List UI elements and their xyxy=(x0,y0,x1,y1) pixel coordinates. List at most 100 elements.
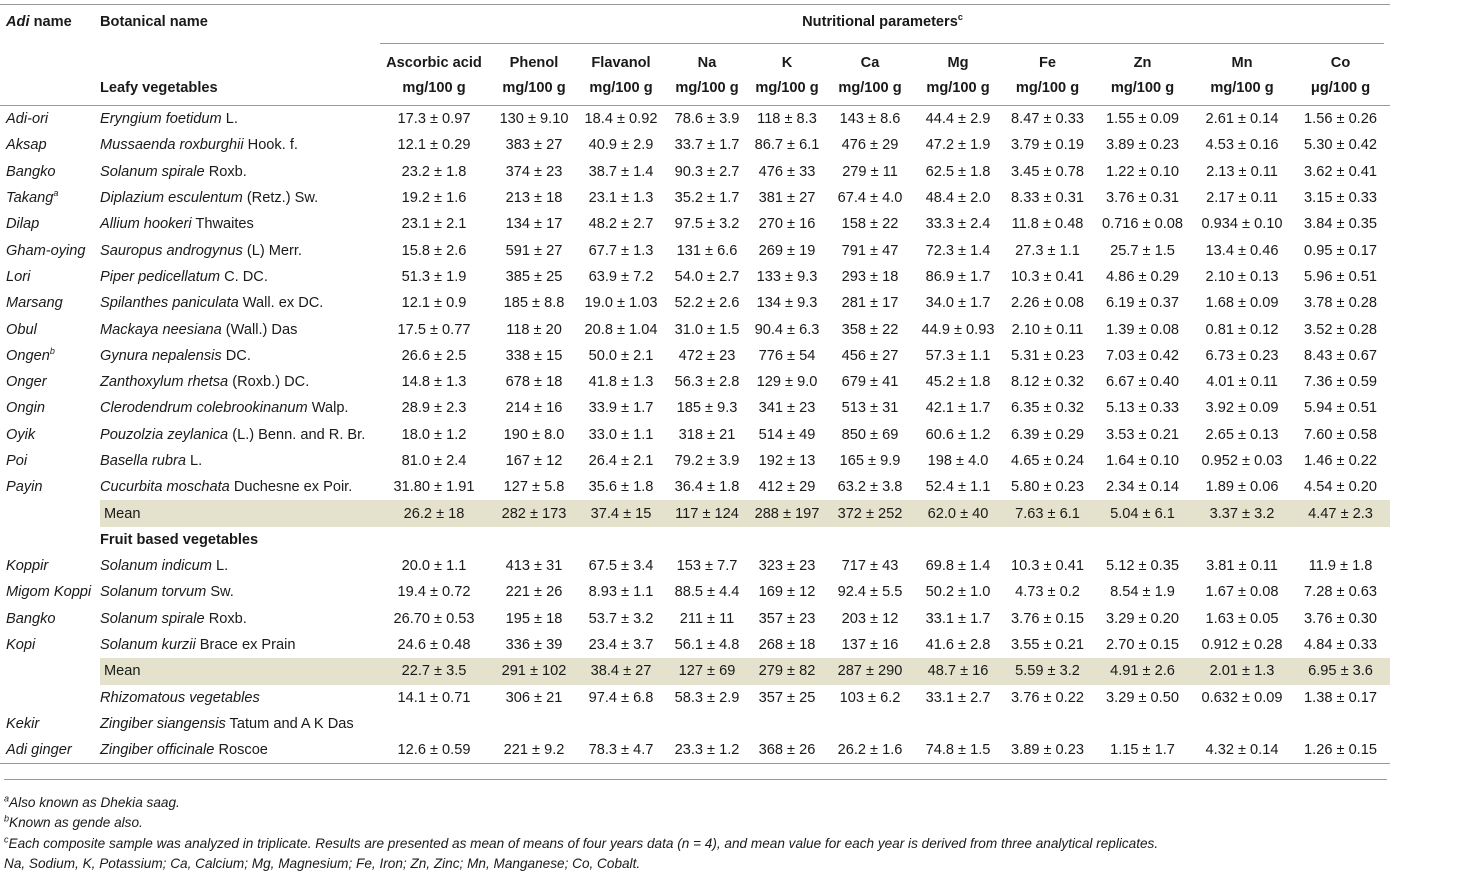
value-cell xyxy=(575,711,667,737)
unit-header: mg/100 g xyxy=(1092,71,1193,106)
adi-name-cell: Bangko xyxy=(0,159,100,185)
adi-name-cell: Dilap xyxy=(0,211,100,237)
botanical-name-cell: Sauropus androgynus (L) Merr. xyxy=(100,237,375,263)
value-cell: 513 ± 31 xyxy=(841,400,899,417)
botanical-name-header: Botanical name xyxy=(100,4,375,39)
unit-header: mg/100 g xyxy=(493,71,575,106)
value-cell: 10.3 ± 0.41 xyxy=(1011,558,1084,575)
botanical-authority: (Roxb.) DC. xyxy=(228,374,310,391)
value-cell: 3.89 ± 0.23 xyxy=(1106,137,1179,154)
adi-name-cell: Marsang xyxy=(0,290,100,316)
botanical-genus-species: Rhizomatous vegetables xyxy=(100,689,260,706)
value-cell: 12.1 ± 0.9 xyxy=(401,295,467,312)
value-cell: 679 ± 41 xyxy=(841,374,899,391)
value-cell: 1.68 ± 0.09 xyxy=(1205,295,1279,312)
footnote-b-text: Known as gende also. xyxy=(9,815,143,831)
value-cell: 1.15 ± 1.7 xyxy=(1092,737,1193,765)
value-cell xyxy=(493,527,575,553)
value-cell: 8.54 ± 1.9 xyxy=(1110,584,1175,601)
adi-name: Adi-ori xyxy=(6,111,49,128)
value-cell: 456 ± 27 xyxy=(841,347,899,364)
unit-header: mg/100 g xyxy=(667,71,747,106)
botanical-genus-species: Pouzolzia zeylanica xyxy=(100,426,229,443)
value-cell: 33.7 ± 1.7 xyxy=(674,137,740,154)
adi-name-cell: Poi xyxy=(0,448,100,474)
value-cell: 5.12 ± 0.35 xyxy=(1106,558,1179,575)
value-cell: 214 ± 16 xyxy=(505,400,563,417)
value-cell: 69.8 ± 1.4 xyxy=(925,558,991,575)
botanical-authority: DC. xyxy=(221,347,251,364)
botanical-name-cell: Cucurbita moschata Duchesne ex Poir. xyxy=(100,474,375,500)
value-cell xyxy=(667,711,747,737)
value-cell: 34.0 ± 1.7 xyxy=(925,295,991,312)
value-cell: 23.2 ± 1.8 xyxy=(401,163,467,180)
value-cell: 23.1 ± 1.3 xyxy=(588,190,654,207)
value-cell: 12.1 ± 0.29 xyxy=(397,137,471,154)
table-row: Oyik Pouzolzia zeylanica (L.) Benn. and R… xyxy=(0,422,1390,448)
header-empty xyxy=(0,39,100,71)
value-cell: 336 ± 39 xyxy=(505,637,563,654)
botanical-genus-species: Solanum spirale xyxy=(100,163,205,180)
adi-name: Dilap xyxy=(6,216,40,233)
value-cell: 143 ± 8.6 xyxy=(839,111,901,128)
botanical-authority: (Wall.) Das xyxy=(221,321,298,338)
unit-header: mg/100 g xyxy=(1193,71,1291,106)
botanical-authority: Hook. f. xyxy=(243,137,298,154)
value-cell: 41.8 ± 1.3 xyxy=(588,374,654,391)
botanical-name-cell: Basella rubra L. xyxy=(100,448,375,474)
botanical-genus-species: Cucurbita moschata xyxy=(100,479,230,496)
value-cell: 3.29 ± 0.50 xyxy=(1106,689,1179,706)
mean-value-cell: 5.04 ± 6.1 xyxy=(1092,500,1193,527)
value-cell: 1.55 ± 0.09 xyxy=(1106,111,1179,128)
value-cell: 88.5 ± 4.4 xyxy=(674,584,740,601)
value-cell: 0.934 ± 0.10 xyxy=(1201,216,1283,233)
value-cell: 3.89 ± 0.23 xyxy=(1003,737,1092,765)
value-cell: 50.0 ± 2.1 xyxy=(588,347,654,364)
value-cell: 281 ± 17 xyxy=(841,295,899,312)
nutrition-table: Adi name Botanical name Nutritional para… xyxy=(0,4,1391,765)
footnote-b: bKnown as gende also. xyxy=(4,813,1404,833)
value-cell: 3.79 ± 0.19 xyxy=(1011,137,1084,154)
unit-header: μg/100 g xyxy=(1291,71,1391,106)
value-cell: 33.1 ± 1.7 xyxy=(925,610,991,627)
adi-name-cell: Aksap xyxy=(0,132,100,158)
table-row: Bangko Solanum spirale Roxb. 26.70 ± 0.53 1… xyxy=(0,606,1390,632)
value-cell: 3.45 ± 0.78 xyxy=(1011,163,1084,180)
value-cell: 134 ± 9.3 xyxy=(756,295,818,312)
adi-name-cell: Adi ginger xyxy=(0,737,100,765)
botanical-authority: Thwaites xyxy=(191,216,254,233)
adi-name: Kopi xyxy=(6,637,36,654)
value-cell: 33.0 ± 1.1 xyxy=(588,426,654,443)
botanical-name-cell: Zanthoxylum rhetsa (Roxb.) DC. xyxy=(100,369,375,395)
value-cell: 118 ± 20 xyxy=(506,321,562,338)
value-cell: 26.6 ± 2.5 xyxy=(401,347,467,364)
value-cell xyxy=(375,711,493,737)
value-cell: 44.9 ± 0.93 xyxy=(921,321,995,338)
botanical-name-cell: Clerodendrum colebrookinanum Walp. xyxy=(100,395,375,421)
adi-name: Kekir xyxy=(6,715,40,732)
value-cell: 293 ± 18 xyxy=(841,268,899,285)
value-cell: 0.952 ± 0.03 xyxy=(1201,453,1283,469)
botanical-genus-species: Solanum spirale xyxy=(100,610,205,627)
value-cell: 3.53 ± 0.21 xyxy=(1106,426,1179,443)
value-cell: 53.7 ± 3.2 xyxy=(588,610,654,627)
botanical-name-cell: Solanum spirale Roxb. xyxy=(100,159,375,185)
botanical-authority: (L) Merr. xyxy=(242,242,302,259)
unit-header: mg/100 g xyxy=(747,71,827,106)
table-row: Obul Mackaya neesiana (Wall.) Das 17.5 ± 0… xyxy=(0,316,1390,342)
value-cell: 3.62 ± 0.41 xyxy=(1304,163,1377,180)
botanical-name-cell: Solanum torvum Sw. xyxy=(100,579,375,605)
value-cell: 18.0 ± 1.2 xyxy=(401,426,467,443)
footnote-c-text: Each composite sample was analyzed in tr… xyxy=(8,835,1159,851)
value-cell: 67.7 ± 1.3 xyxy=(588,242,654,259)
footnote-c: cEach composite sample was analyzed in t… xyxy=(4,834,1404,854)
value-cell xyxy=(1092,711,1193,737)
value-cell: 791 ± 47 xyxy=(841,242,899,259)
value-cell: 23.3 ± 1.2 xyxy=(667,737,747,765)
botanical-authority: Wall. ex DC. xyxy=(238,295,324,312)
value-cell: 158 ± 22 xyxy=(841,216,899,233)
mean-value-cell: 282 ± 173 xyxy=(493,500,575,527)
value-cell: 24.6 ± 0.48 xyxy=(397,637,471,654)
value-cell: 4.84 ± 0.33 xyxy=(1304,637,1377,654)
botanical-name-cell: Mussaenda roxburghii Hook. f. xyxy=(100,132,375,158)
